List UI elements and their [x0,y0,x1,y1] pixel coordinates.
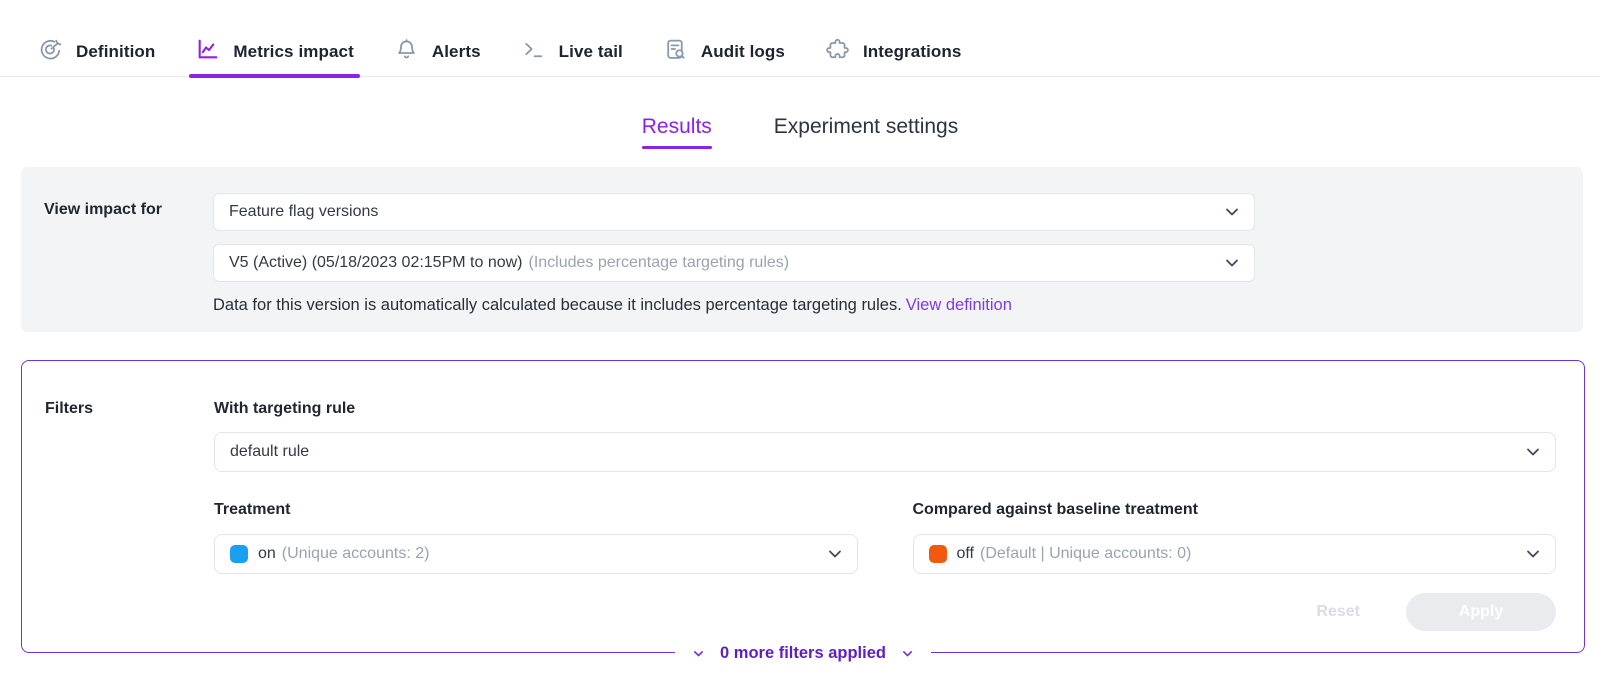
more-filters-toggle[interactable]: 0 more filters applied [675,644,931,663]
tab-live-tail[interactable]: Live tail [519,28,625,76]
filters-panel: Filters With targeting rule default rule… [21,360,1585,653]
baseline-hint: (Default | Unique accounts: 0) [980,545,1191,563]
targeting-rule-value: default rule [230,443,309,461]
puzzle-icon [825,37,850,67]
tab-label: Definition [76,42,155,62]
view-definition-link[interactable]: View definition [906,296,1012,314]
bell-icon [394,37,419,67]
apply-button[interactable]: Apply [1406,593,1556,631]
metrics-impact-icon [195,37,220,67]
chevron-down-icon [1224,255,1240,271]
chevron-down-icon [901,647,914,660]
baseline-treatment-select[interactable]: off (Default | Unique accounts: 0) [913,534,1557,574]
tab-metrics-impact[interactable]: Metrics impact [193,28,355,76]
treatment-hint: (Unique accounts: 2) [282,545,430,563]
helper-text: Data for this version is automatically c… [213,296,902,314]
treatment-select[interactable]: on (Unique accounts: 2) [214,534,858,574]
subtab-results[interactable]: Results [642,114,712,140]
baseline-value: off [957,545,975,563]
version-value: V5 (Active) (05/18/2023 02:15PM to now) [229,254,523,272]
terminal-icon [521,37,546,67]
tab-label: Audit logs [701,42,785,62]
audit-logs-icon [663,37,688,67]
view-impact-section: View impact for Feature flag versions V5… [21,167,1583,332]
tab-label: Alerts [432,42,481,62]
tab-integrations[interactable]: Integrations [823,28,964,76]
results-subtabs: Results Experiment settings [0,114,1600,140]
tab-label: Live tail [559,42,623,62]
filters-label: Filters [45,400,214,652]
treatment-off-swatch [929,545,947,563]
subtab-experiment-settings[interactable]: Experiment settings [774,114,958,140]
version-type-value: Feature flag versions [229,203,378,221]
chevron-down-icon [692,647,705,660]
view-impact-label: View impact for [44,193,213,316]
treatment-value: on [258,545,276,563]
tab-audit-logs[interactable]: Audit logs [661,28,787,76]
chevron-down-icon [1224,204,1240,220]
tab-label: Metrics impact [233,42,353,62]
definition-icon [38,37,63,67]
reset-button[interactable]: Reset [1316,603,1360,621]
version-select[interactable]: V5 (Active) (05/18/2023 02:15PM to now) … [213,244,1255,282]
tab-label: Integrations [863,42,962,62]
baseline-treatment-label: Compared against baseline treatment [913,501,1557,519]
version-helper-text: Data for this version is automatically c… [213,294,1255,316]
chevron-down-icon [1525,444,1541,460]
chevron-down-icon [827,546,843,562]
version-type-select[interactable]: Feature flag versions [213,193,1255,231]
tab-definition[interactable]: Definition [36,28,157,76]
treatment-label: Treatment [214,501,858,519]
top-navigation: Definition Metrics impact Alerts [0,0,1600,77]
tab-alerts[interactable]: Alerts [392,28,483,76]
treatment-on-swatch [230,545,248,563]
chevron-down-icon [1525,546,1541,562]
more-filters-label: 0 more filters applied [720,644,886,663]
targeting-rule-label: With targeting rule [214,400,1556,418]
version-hint: (Includes percentage targeting rules) [529,254,790,272]
targeting-rule-select[interactable]: default rule [214,432,1556,472]
